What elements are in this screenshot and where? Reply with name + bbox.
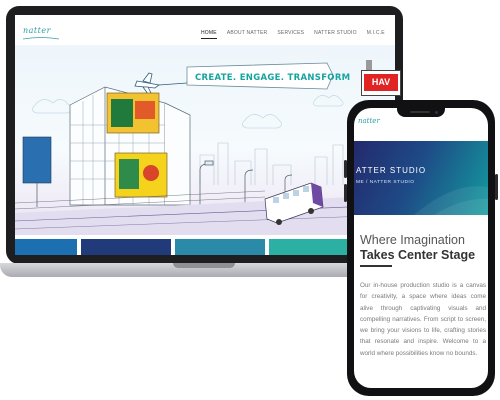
mobile-page-banner [354,141,488,215]
mobile-logo[interactable]: natter [358,117,380,125]
laptop-screen: natter HOME ABOUT NATTER SERVICES NATTER… [15,15,395,255]
card-thumb-1[interactable] [15,239,77,255]
phone-camera [435,111,438,114]
nav-studio[interactable]: NATTER STUDIO [314,30,357,39]
heading-underline [360,265,392,267]
content-strip [15,236,395,255]
mobile-page-title: ATTER STUDIO [356,166,427,175]
hero-illustration: CREATE. ENGAGE. TRANSFORM [15,62,395,235]
main-nav: HOME ABOUT NATTER SERVICES NATTER STUDIO… [201,30,385,39]
hero-section: CREATE. ENGAGE. TRANSFORM [15,45,395,235]
banner-waves [414,186,488,215]
laptop-hinge-notch [173,263,235,268]
sign-text: HAV [364,74,398,91]
studio-description: Our in-house production studio is a canv… [360,282,486,357]
heading-line-2: Takes Center Stage [360,248,476,262]
airplane-icon [134,72,188,95]
breadcrumb[interactable]: ME / NATTER STUDIO [356,180,414,185]
phone-speaker [410,111,430,113]
nav-mice[interactable]: M.I.C.E [367,30,385,39]
sign-board: HAV [361,70,401,96]
phone-power-button [495,174,498,200]
nav-about[interactable]: ABOUT NATTER [227,30,268,39]
hero-banner: CREATE. ENGAGE. TRANSFORM [186,62,350,90]
nav-home[interactable]: HOME [201,30,217,39]
card-thumb-3[interactable] [175,239,265,255]
nav-services[interactable]: SERVICES [277,30,304,39]
site-logo[interactable]: natter [23,26,51,35]
phone-screen: natter ATTER STUDIO ME / NATTER STUDIO W… [354,108,488,388]
hero-banner-text: CREATE. ENGAGE. TRANSFORM [195,73,350,83]
logo-swoosh [23,37,59,40]
billboard-left [22,136,52,184]
heading-line-1: Where Imagination [360,233,465,247]
card-thumb-2[interactable] [81,239,171,255]
